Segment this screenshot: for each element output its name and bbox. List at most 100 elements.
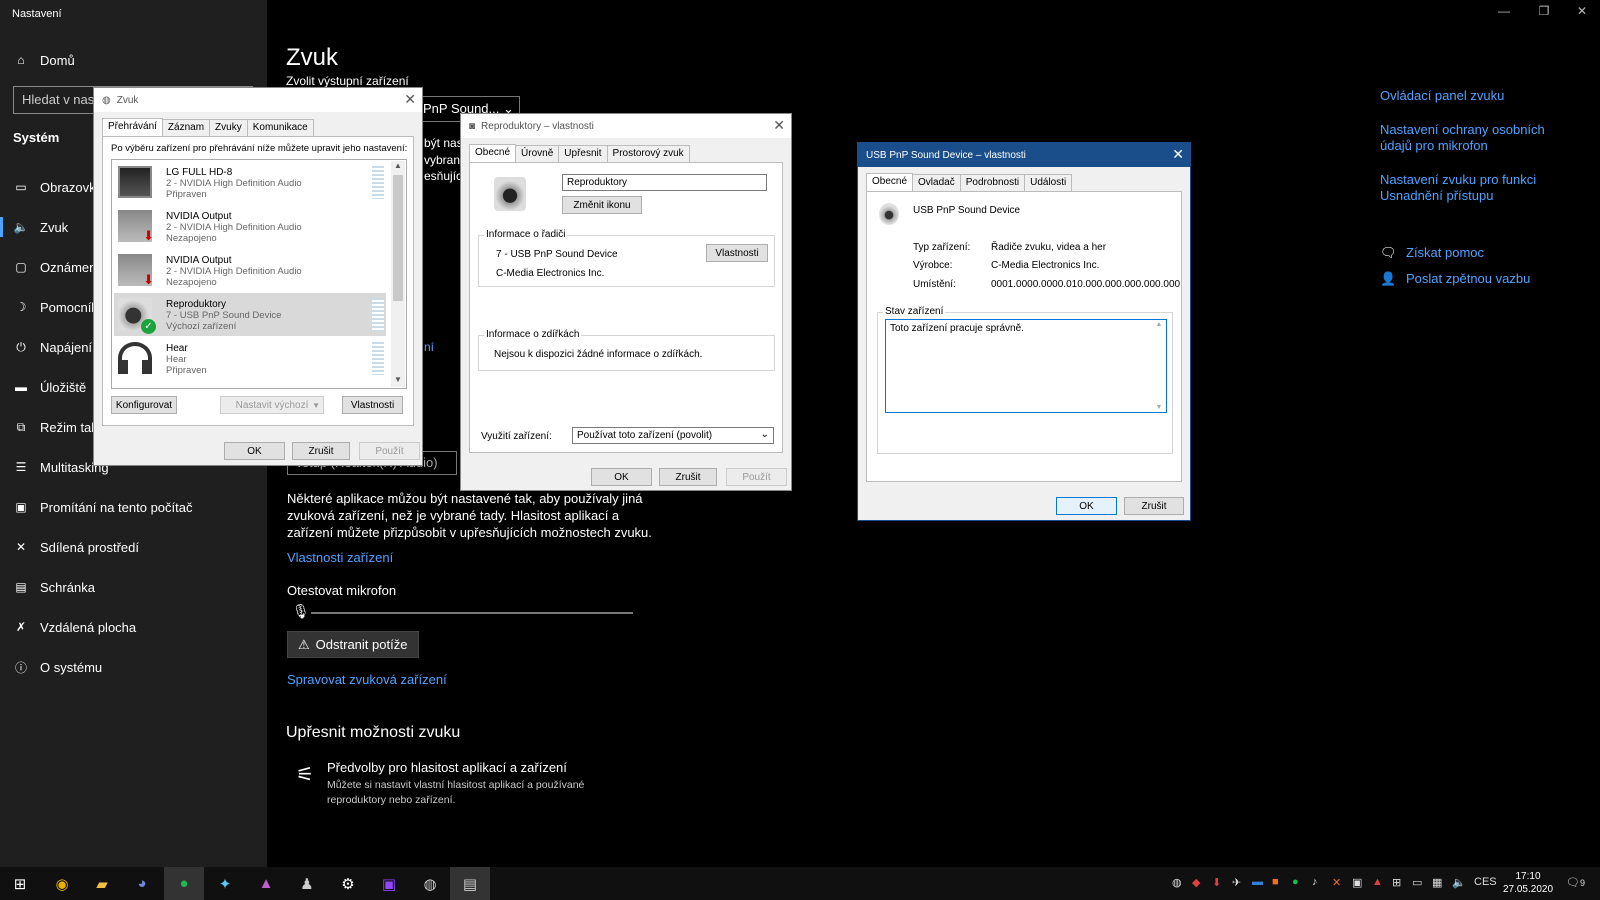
- list-item[interactable]: Hear Hear Připraven: [114, 337, 386, 380]
- tray-spotify-icon[interactable]: ●: [1292, 876, 1299, 888]
- nav-item-remote[interactable]: ✗ Vzdálená plocha: [0, 609, 267, 645]
- usage-select[interactable]: Používat toto zařízení (povolit) ⌄: [572, 427, 774, 444]
- scroll-down-icon[interactable]: ▼: [1153, 404, 1165, 411]
- tray-icon[interactable]: ✈: [1232, 876, 1241, 889]
- properties-button[interactable]: Vlastnosti: [342, 396, 403, 414]
- close-button[interactable]: ✕: [1562, 4, 1600, 18]
- tab-communications[interactable]: Komunikace: [246, 119, 314, 137]
- tab-recording[interactable]: Záznam: [161, 119, 211, 137]
- vendor-value: C-Media Electronics Inc.: [991, 260, 1100, 271]
- tray-icon[interactable]: ⊞: [1392, 876, 1401, 889]
- set-default-button[interactable]: Nastavit výchozí ▼: [220, 396, 324, 414]
- scroll-thumb[interactable]: [393, 175, 403, 301]
- minimize-button[interactable]: —: [1484, 4, 1524, 18]
- tab-general[interactable]: Obecné: [469, 144, 517, 162]
- troubleshoot-button[interactable]: ⚠ Odstranit potíže: [287, 631, 419, 658]
- ok-button[interactable]: OK: [1056, 497, 1117, 515]
- configure-button[interactable]: Konfigurovat: [111, 396, 177, 414]
- taskbar-device-manager[interactable]: ▤: [450, 867, 490, 900]
- scrollbar[interactable]: ▲ ▼: [391, 161, 405, 387]
- nav-item-shared[interactable]: ✕ Sdílená prostředí: [0, 529, 267, 565]
- cancel-button[interactable]: Zrušit: [659, 468, 717, 486]
- close-icon[interactable]: ✕: [404, 91, 416, 108]
- taskbar-discord[interactable]: ◕: [122, 867, 162, 900]
- start-button[interactable]: ⊞: [0, 867, 40, 900]
- controller-properties-button[interactable]: Vlastnosti: [706, 244, 768, 262]
- device-desc: 2 - NVIDIA High Definition Audio: [166, 222, 302, 233]
- scroll-up-icon[interactable]: ▲: [391, 161, 405, 173]
- taskbar-settings[interactable]: ⚙: [328, 867, 368, 900]
- ease-access-link[interactable]: Nastavení zvuku pro funkci Usnadnění pří…: [1380, 172, 1580, 204]
- taskbar-spotify[interactable]: ●: [164, 867, 204, 900]
- device-properties-link[interactable]: Vlastnosti zařízení: [287, 550, 393, 565]
- volume-icon[interactable]: 🔈: [1452, 876, 1466, 889]
- scrollbar[interactable]: ▲ ▼: [1153, 321, 1165, 411]
- tab-playback[interactable]: Přehrávání: [102, 118, 163, 136]
- cancel-button[interactable]: Zrušit: [1124, 497, 1184, 515]
- tab-general[interactable]: Obecné: [866, 173, 914, 191]
- tray-mic-icon[interactable]: ⬇: [1212, 876, 1221, 889]
- jack-info-text: Nejsou k dispozici žádné informace o zdí…: [494, 349, 703, 360]
- close-icon[interactable]: ✕: [773, 117, 785, 134]
- taskbar-twitch[interactable]: ▣: [369, 867, 409, 900]
- feedback-link[interactable]: 👤 Poslat zpětnou vazbu: [1380, 271, 1580, 287]
- nav-item-clipboard[interactable]: ▤ Schránka: [0, 569, 267, 605]
- taskbar-explorer[interactable]: ▰: [82, 867, 122, 900]
- tab-levels[interactable]: Úrovně: [515, 145, 560, 163]
- get-help-link[interactable]: 🗨 Získat pomoc: [1380, 245, 1580, 261]
- change-icon-button[interactable]: Změnit ikonu: [562, 196, 642, 214]
- cancel-button[interactable]: Zrušit: [292, 442, 350, 460]
- list-item[interactable]: LG FULL HD-8 2 - NVIDIA High Definition …: [114, 161, 386, 204]
- taskbar-chrome[interactable]: ◉: [42, 867, 82, 900]
- tab-spatial[interactable]: Prostorový zvuk: [606, 145, 690, 163]
- device-list[interactable]: LG FULL HD-8 2 - NVIDIA High Definition …: [111, 159, 407, 389]
- tab-advanced[interactable]: Upřesnit: [558, 145, 608, 163]
- tray-icon[interactable]: ◍: [1172, 876, 1182, 889]
- network-icon[interactable]: ▦: [1432, 876, 1442, 889]
- focus-icon: ☽: [15, 300, 27, 314]
- partial-link[interactable]: ní: [424, 340, 434, 354]
- tab-events[interactable]: Události: [1024, 174, 1073, 192]
- list-item[interactable]: ✓ Reproduktory 7 - USB PnP Sound Device …: [114, 293, 386, 336]
- tab-details[interactable]: Podrobnosti: [959, 174, 1026, 192]
- usb-dialog-titlebar[interactable]: USB PnP Sound Device – vlastnosti ✕: [858, 143, 1190, 167]
- apply-button[interactable]: Použít: [726, 468, 787, 486]
- scroll-up-icon[interactable]: ▲: [1153, 321, 1165, 328]
- tray-icon[interactable]: ▬: [1252, 876, 1263, 888]
- status-textarea[interactable]: Toto zařízení pracuje správně. ▲ ▼: [885, 319, 1167, 413]
- clock[interactable]: 17:10 27.05.2020: [1498, 870, 1558, 896]
- tray-icon[interactable]: ✕: [1332, 876, 1341, 889]
- maximize-button[interactable]: ❐: [1524, 4, 1564, 18]
- tray-icon[interactable]: ■: [1272, 876, 1279, 888]
- tray-icon[interactable]: ▭: [1412, 876, 1422, 889]
- mic-privacy-link[interactable]: Nastavení ochrany osobních údajů pro mik…: [1380, 122, 1580, 154]
- taskbar-app[interactable]: ▲: [246, 867, 286, 900]
- nav-item-about[interactable]: ⓘ O systému: [0, 649, 267, 685]
- language-indicator[interactable]: CES: [1474, 876, 1497, 888]
- apply-button[interactable]: Použít: [359, 442, 420, 460]
- app-volume-link[interactable]: Předvolby pro hlasitost aplikací a zaříz…: [327, 760, 567, 775]
- ok-button[interactable]: OK: [591, 468, 652, 486]
- scroll-down-icon[interactable]: ▼: [391, 375, 405, 387]
- nav-item-home[interactable]: ⌂ Domů: [0, 42, 267, 78]
- tray-icon[interactable]: ▲: [1372, 876, 1383, 888]
- close-icon[interactable]: ✕: [1172, 146, 1184, 163]
- sound-dialog-titlebar[interactable]: ◍ Zvuk ✕: [94, 88, 422, 112]
- list-item[interactable]: ⬇ NVIDIA Output 2 - NVIDIA High Definiti…: [114, 205, 386, 248]
- manage-devices-link[interactable]: Spravovat zvuková zařízení: [287, 672, 447, 687]
- nav-item-projecting[interactable]: ▣ Promítání na tento počítač: [0, 489, 267, 525]
- tray-twitch-icon[interactable]: ▣: [1352, 876, 1362, 889]
- tray-icon[interactable]: ◆: [1192, 876, 1200, 889]
- device-name-input[interactable]: Reproduktory: [562, 174, 767, 191]
- taskbar-app[interactable]: ✦: [205, 867, 245, 900]
- tab-driver[interactable]: Ovladač: [912, 174, 961, 192]
- notification-center-icon[interactable]: 🗨9: [1566, 876, 1585, 889]
- ok-button[interactable]: OK: [224, 442, 285, 460]
- taskbar-sound[interactable]: ◍: [410, 867, 450, 900]
- taskbar-app[interactable]: ♟: [287, 867, 327, 900]
- speaker-dialog-titlebar[interactable]: ◙ Reproduktory – vlastnosti ✕: [461, 114, 791, 138]
- tray-mic-icon[interactable]: ♪: [1312, 876, 1318, 888]
- sound-control-panel-link[interactable]: Ovládací panel zvuku: [1380, 88, 1580, 104]
- list-item[interactable]: ⬇ NVIDIA Output 2 - NVIDIA High Definiti…: [114, 249, 386, 292]
- tab-sounds[interactable]: Zvuky: [209, 119, 248, 137]
